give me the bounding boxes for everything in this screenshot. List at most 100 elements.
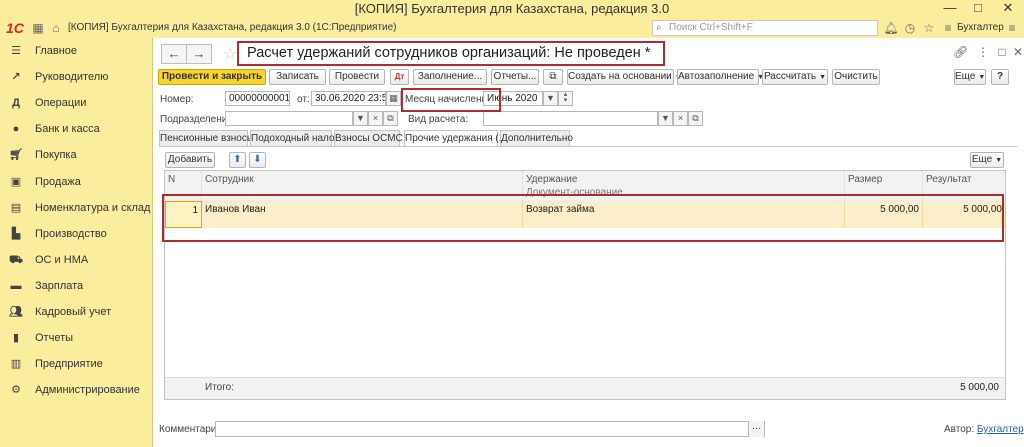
date-field[interactable]: 30.06.2020 23:59:59 <box>311 91 386 106</box>
sidebar-item-main[interactable]: ☰ Главное <box>0 38 152 64</box>
star-icon[interactable]: ☆ <box>921 20 937 36</box>
comment-field[interactable]: … <box>215 421 765 437</box>
calc-type-field[interactable] <box>483 111 658 126</box>
move-up-icon[interactable]: ⬆ <box>229 152 246 168</box>
user-name[interactable]: Бухгалтер <box>957 22 1004 33</box>
close-window-button[interactable]: ✕ <box>994 0 1022 18</box>
add-row-button[interactable]: Добавить <box>165 152 215 168</box>
division-clear-icon[interactable]: × <box>368 111 383 126</box>
calendar-icon[interactable]: ▦ <box>386 91 401 106</box>
sidebar-item-reports[interactable]: ▮ Отчеты <box>0 325 152 351</box>
move-down-icon[interactable]: ⬇ <box>249 152 266 168</box>
grid-menu-icon[interactable]: ▦ <box>30 20 46 36</box>
back-button[interactable]: ← <box>161 44 187 64</box>
page-title: Расчет удержаний сотрудников организаций… <box>247 45 651 61</box>
sidebar-item-label: Покупка <box>35 149 77 162</box>
maximize-button[interactable]: □ <box>964 0 992 18</box>
tab-income-tax[interactable]: Подоходный налог <box>250 130 338 146</box>
sidebar-item-assets[interactable]: ⛟ ОС и НМА <box>0 247 152 273</box>
dt-kt-icon[interactable]: Дт <box>390 69 409 85</box>
window-title: [КОПИЯ] Бухгалтерия для Казахстана, реда… <box>354 1 670 16</box>
window-title-bar: [КОПИЯ] Бухгалтерия для Казахстана, реда… <box>0 0 1024 18</box>
maximize-form-icon[interactable]: □ <box>995 45 1009 59</box>
history-icon[interactable]: ◷ <box>902 20 918 36</box>
calc-type-dropdown-icon[interactable]: ▼ <box>658 111 673 126</box>
close-form-icon[interactable]: ✕ <box>1011 45 1024 59</box>
sidebar-item-label: ОС и НМА <box>35 253 89 266</box>
sidebar-item-admin[interactable]: ⚙ Администрирование <box>0 377 152 403</box>
sidebar-item-warehouse[interactable]: ▤ Номенклатура и склад <box>0 195 152 221</box>
month-dropdown-icon[interactable]: ▼ <box>543 91 558 106</box>
sidebar-item-enterprise[interactable]: ▥ Предприятие <box>0 351 152 377</box>
sidebar-item-director[interactable]: ↗ Руководителю <box>0 64 152 90</box>
menu-icon: ☰ <box>11 45 21 58</box>
structure-icon[interactable]: ⧉ <box>543 69 563 85</box>
truck-icon: ⛟ <box>9 253 23 266</box>
warehouse-icon: ▤ <box>10 201 22 214</box>
reports-button[interactable]: Отчеты... <box>491 69 539 85</box>
calculate-button[interactable]: Рассчитать ▼ <box>762 69 828 85</box>
sidebar-item-production[interactable]: ▙ Производство <box>0 221 152 247</box>
settings-menu-icon[interactable]: ≡ <box>1004 20 1020 36</box>
favorite-star-icon[interactable]: ☆ <box>223 44 237 64</box>
calc-type-open-icon[interactable]: ⧉ <box>688 111 703 126</box>
fill-button[interactable]: Заполнение... <box>413 69 487 85</box>
tab-pension[interactable]: Пенсионные взносы <box>159 130 254 146</box>
division-open-icon[interactable]: ⧉ <box>383 111 398 126</box>
arrow-right-icon: → <box>192 46 206 61</box>
more-vertical-icon[interactable]: ⋮ <box>976 45 990 59</box>
author-link[interactable]: Бухгалтер <box>977 424 1024 435</box>
date-label: от: <box>297 94 310 105</box>
create-based-on-button[interactable]: Создать на основании▼ <box>567 69 682 85</box>
sidebar-item-label: Производство <box>35 227 107 240</box>
sidebar-item-bank[interactable]: ● Банк и касса <box>0 116 152 142</box>
app-header: 1С ▦ ⌂ [КОПИЯ] Бухгалтерия для Казахстан… <box>0 18 1024 38</box>
calc-type-clear-icon[interactable]: × <box>673 111 688 126</box>
sidebar-item-label: Продажа <box>35 175 81 188</box>
create-based-on-label: Создать на основании <box>568 71 672 82</box>
autofill-button[interactable]: Автозаполнение ▼ <box>677 69 764 85</box>
tab-osms[interactable]: Взносы ОСМС <box>334 130 403 146</box>
sidebar-item-purchase[interactable]: 🛒︎ Покупка <box>0 142 152 168</box>
forward-button[interactable]: → <box>186 44 212 64</box>
home-icon[interactable]: ⌂ <box>48 20 64 36</box>
chevron-down-icon: ▼ <box>978 74 986 81</box>
bell-icon[interactable]: 🔔︎ <box>883 20 899 36</box>
gear-icon: ⚙ <box>11 384 21 397</box>
tab-highlight <box>401 88 501 112</box>
search-input[interactable]: ⌕ Поиск Ctrl+Shift+F <box>652 20 878 36</box>
coin-icon: ● <box>12 123 20 136</box>
save-button[interactable]: Записать <box>269 69 326 85</box>
tab-other-deductions[interactable]: Прочие удержания (1) <box>404 130 508 147</box>
salary-icon: ▬ <box>10 279 22 292</box>
link-icon[interactable]: 🔗︎ <box>953 45 968 59</box>
sidebar-item-sales[interactable]: ▣ Продажа <box>0 168 152 194</box>
sidebar-item-label: Зарплата <box>35 279 84 292</box>
comment-expand-icon[interactable]: … <box>748 421 764 437</box>
division-field[interactable] <box>225 111 353 126</box>
search-placeholder: Поиск Ctrl+Shift+F <box>669 22 753 33</box>
help-button[interactable]: ? <box>991 69 1009 85</box>
sidebar-item-hr[interactable]: 👥︎ Кадровый учет <box>0 299 152 325</box>
sidebar-item-label: Предприятие <box>35 358 103 371</box>
clear-button[interactable]: Очистить <box>832 69 880 85</box>
more-label: Еще <box>955 71 976 82</box>
calc-type-label: Вид расчета: <box>408 114 469 125</box>
more-button[interactable]: Еще ▼ <box>954 69 986 85</box>
division-dropdown-icon[interactable]: ▼ <box>353 111 368 126</box>
row-highlight <box>162 194 1004 242</box>
sidebar-item-salary[interactable]: ▬ Зарплата <box>0 273 152 299</box>
post-button[interactable]: Провести <box>329 69 385 85</box>
post-and-close-button[interactable]: Провести и закрыть <box>158 69 266 85</box>
bag-icon: ▣ <box>10 175 22 188</box>
enterprise-icon: ▥ <box>10 358 22 371</box>
app-logo: 1С <box>6 20 24 36</box>
table-more-button[interactable]: Еще ▼ <box>970 152 1004 168</box>
user-menu-icon[interactable]: ≡ <box>940 20 956 36</box>
number-field[interactable]: 00000000001 <box>225 91 290 106</box>
month-stepper[interactable]: ▴ ▾ <box>558 91 573 106</box>
sidebar-item-operations[interactable]: Д Операции <box>0 90 152 116</box>
tab-additional[interactable]: Дополнительно <box>500 130 573 146</box>
sidebar-item-label: Руководителю <box>35 71 109 84</box>
minimize-button[interactable]: — <box>936 0 964 18</box>
